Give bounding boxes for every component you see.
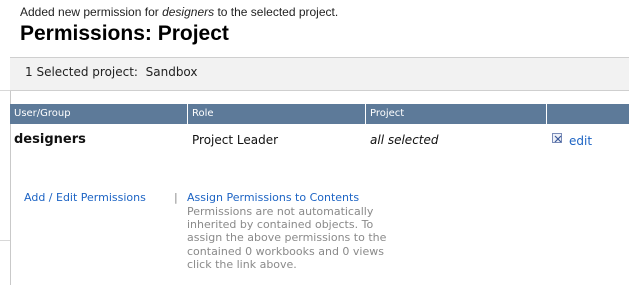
column-header-role[interactable]: Role bbox=[188, 104, 366, 124]
left-tick bbox=[0, 240, 10, 241]
permissions-table-header: User/Group Role Project bbox=[10, 104, 629, 124]
user-group-cell: designers bbox=[14, 132, 86, 147]
notice-suffix: to the selected project. bbox=[214, 5, 339, 19]
page-title: Permissions: Project bbox=[20, 22, 229, 45]
left-border bbox=[10, 57, 11, 285]
notice-group: designers bbox=[162, 5, 215, 19]
selected-project-text: 1 Selected project: Sandbox bbox=[25, 65, 198, 79]
column-header-project[interactable]: Project bbox=[366, 104, 547, 124]
notice-prefix: Added new permission for bbox=[20, 5, 163, 19]
link-separator: | bbox=[174, 191, 178, 204]
selected-project-label: 1 Selected project: bbox=[25, 65, 138, 79]
project-cell: all selected bbox=[370, 133, 439, 147]
selected-project-value: Sandbox bbox=[145, 65, 198, 79]
assign-permissions-link[interactable]: Assign Permissions to Contents bbox=[187, 191, 359, 204]
role-cell: Project Leader bbox=[192, 133, 279, 147]
table-row: designers Project Leader all selected ed… bbox=[10, 124, 629, 156]
success-notice: Added new permission for designers to th… bbox=[20, 5, 338, 19]
help-text: Permissions are not automatically inheri… bbox=[187, 205, 387, 271]
left-tick bbox=[0, 90, 10, 91]
column-header-actions bbox=[547, 104, 629, 124]
column-header-user-group[interactable]: User/Group bbox=[10, 104, 188, 124]
edit-link[interactable]: edit bbox=[569, 134, 592, 148]
delete-checkbox-icon[interactable] bbox=[552, 133, 562, 143]
add-edit-permissions-link[interactable]: Add / Edit Permissions bbox=[24, 191, 146, 204]
